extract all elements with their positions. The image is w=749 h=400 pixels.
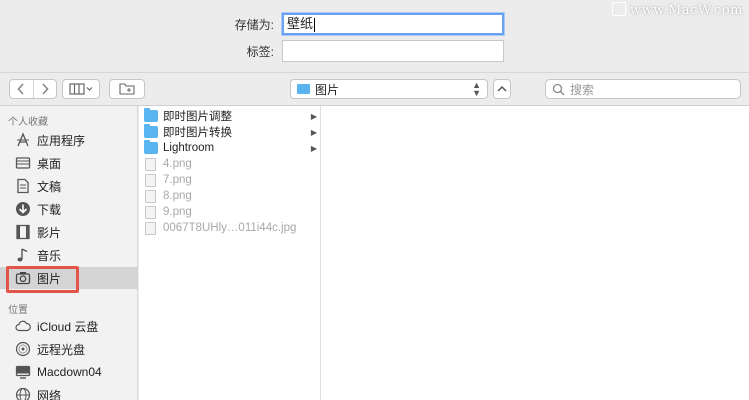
sidebar-item-movies[interactable]: 影片 — [0, 221, 138, 243]
sidebar-item-music[interactable]: 音乐 — [0, 244, 138, 266]
file-name: 4.png — [163, 158, 192, 170]
watermark: www.MacW.com — [612, 2, 743, 18]
documents-icon — [15, 178, 31, 194]
sidebar-item-label: iCloud 云盘 — [37, 319, 99, 334]
downloads-icon — [15, 201, 31, 217]
sidebar-item-documents[interactable]: 文稿 — [0, 175, 138, 197]
file-row-folder[interactable]: 即时图片转换 ▶ — [144, 124, 321, 140]
chevron-left-icon — [17, 83, 24, 95]
disc-icon — [15, 341, 31, 357]
file-row-image: 7.png — [144, 172, 321, 188]
sidebar-item-label: 下载 — [37, 202, 62, 217]
new-folder-button[interactable] — [109, 79, 145, 99]
sidebar-item-label: 网络 — [37, 388, 62, 400]
disclosure-arrow-icon: ▶ — [310, 111, 317, 121]
location-label: 图片 — [315, 82, 340, 97]
music-icon — [15, 247, 31, 263]
chevron-up-icon — [497, 85, 507, 92]
sidebar-item-label: 桌面 — [37, 156, 62, 171]
file-name: 即时图片转换 — [163, 127, 232, 139]
save-as-row: 存储为: 壁纸 — [0, 13, 504, 35]
history-nav — [9, 79, 57, 99]
file-name: 7.png — [163, 174, 192, 186]
image-file-icon — [145, 189, 156, 203]
file-browser: 即时图片调整 ▶ 即时图片转换 ▶ Lightroom ▶ 4.png 7.pn… — [139, 106, 749, 400]
network-icon — [15, 387, 31, 400]
pictures-folder-icon — [297, 84, 310, 94]
applications-icon — [15, 132, 31, 148]
sidebar-item-label: Macdown04 — [37, 365, 102, 379]
back-button[interactable] — [10, 80, 33, 98]
tags-label: 标签: — [246, 44, 274, 59]
file-name: 即时图片调整 — [163, 111, 232, 123]
file-name: 0067T8UHly…011i44c.jpg — [163, 222, 297, 234]
disclosure-arrow-icon: ▶ — [310, 143, 317, 153]
cloud-icon — [15, 318, 31, 334]
file-row-image: 4.png — [144, 156, 321, 172]
updown-arrows-icon: ▲ ▼ — [472, 80, 481, 98]
sidebar-item-remote-disc[interactable]: 远程光盘 — [0, 338, 138, 360]
disclosure-arrow-icon: ▶ — [310, 127, 317, 137]
chevron-right-icon — [42, 83, 49, 95]
desktop-icon — [15, 155, 31, 171]
view-mode-button[interactable] — [62, 79, 100, 99]
folder-icon — [144, 108, 158, 122]
sidebar-item-label: 应用程序 — [37, 133, 86, 148]
locations-header: 位置 — [8, 305, 28, 316]
annotation-highlight-box — [6, 266, 79, 293]
file-name: 8.png — [163, 190, 192, 202]
new-folder-icon — [119, 83, 135, 95]
sidebar-item-icloud[interactable]: iCloud 云盘 — [0, 315, 138, 337]
file-row-folder[interactable]: 即时图片调整 ▶ — [144, 108, 321, 124]
sidebar-item-macdown04[interactable]: Macdown04 — [0, 361, 138, 383]
file-row-image: 8.png — [144, 188, 321, 204]
sidebar-item-label: 文稿 — [37, 179, 62, 194]
sidebar-item-downloads[interactable]: 下载 — [0, 198, 138, 220]
toolbar: 图片 ▲ ▼ 搜索 — [0, 72, 749, 106]
macw-logo-icon — [612, 2, 627, 16]
search-icon — [552, 83, 565, 95]
forward-button[interactable] — [32, 80, 57, 98]
favorites-header: 个人收藏 — [8, 117, 48, 128]
computer-icon — [15, 364, 31, 380]
file-row-image: 9.png — [144, 204, 321, 220]
image-file-icon — [145, 221, 156, 235]
save-as-value: 壁纸 — [287, 16, 314, 31]
save-panel: www.MacW.com 存储为: 壁纸 标签: — [0, 0, 749, 72]
movies-icon — [15, 224, 31, 240]
file-column: 即时图片调整 ▶ 即时图片转换 ▶ Lightroom ▶ 4.png 7.pn… — [139, 106, 321, 400]
save-as-label: 存储为: — [234, 17, 274, 32]
sidebar-item-network[interactable]: 网络 — [0, 384, 138, 400]
file-row-folder[interactable]: Lightroom ▶ — [144, 140, 321, 156]
file-name: Lightroom — [163, 142, 215, 154]
tags-row: 标签: — [0, 40, 504, 62]
location-popup[interactable]: 图片 ▲ ▼ — [290, 79, 488, 99]
collapse-button[interactable] — [493, 79, 511, 99]
search-field[interactable]: 搜索 — [545, 79, 741, 99]
file-name: 9.png — [163, 206, 192, 218]
sidebar-item-desktop[interactable]: 桌面 — [0, 152, 138, 174]
sidebar-item-applications[interactable]: 应用程序 — [0, 129, 138, 151]
image-file-icon — [145, 157, 156, 171]
sidebar-item-label: 远程光盘 — [37, 342, 86, 357]
file-row-image: 0067T8UHly…011i44c.jpg — [144, 220, 321, 236]
sidebar: 个人收藏 应用程序 桌面 文稿 下载 影片 音乐 图片 位置 iCloud 云盘… — [0, 106, 138, 400]
search-placeholder: 搜索 — [570, 82, 595, 97]
tags-field[interactable] — [282, 40, 504, 62]
column-view-icon — [69, 83, 93, 95]
sidebar-item-label: 音乐 — [37, 248, 62, 263]
image-file-icon — [145, 173, 156, 187]
folder-icon — [144, 140, 158, 154]
save-as-field[interactable]: 壁纸 — [282, 13, 504, 35]
text-caret — [314, 17, 316, 32]
folder-icon — [144, 124, 158, 138]
sidebar-item-label: 影片 — [37, 225, 62, 240]
image-file-icon — [145, 205, 156, 219]
